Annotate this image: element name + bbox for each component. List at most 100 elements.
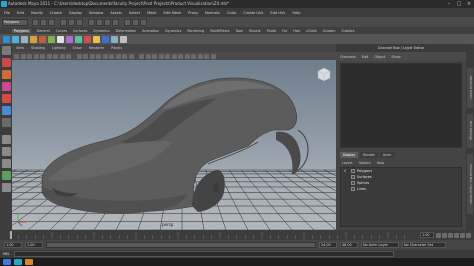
layer-menu-item-1[interactable]: Options (359, 161, 371, 165)
shelf-tab-5[interactable]: Deformation (116, 29, 137, 33)
save-scene-icon[interactable] (48, 18, 55, 26)
channel-box-tab[interactable]: Channel Box / Layer Editor (467, 154, 473, 214)
shelf-tab-1[interactable]: General (37, 29, 50, 33)
shelf-tab-11[interactable]: Muscle (249, 29, 260, 33)
layer-tab-2[interactable]: Anim (379, 152, 395, 158)
lasso-tool-icon[interactable] (1, 58, 11, 67)
shelf-tool-icon[interactable] (93, 35, 100, 43)
shelf-tab-6[interactable]: Animation (142, 29, 159, 33)
graph-layout-icon[interactable] (1, 183, 11, 192)
shelf-tool-icon[interactable] (111, 35, 118, 43)
snap-grid-icon[interactable] (88, 18, 95, 26)
time-slider[interactable] (0, 230, 474, 240)
shelf-tool-icon[interactable] (3, 35, 10, 43)
viewport-menu-item-1[interactable]: Shading (31, 46, 45, 50)
play-backward-icon[interactable] (448, 232, 453, 238)
menu-item-2[interactable]: Modify (31, 11, 43, 15)
channel-box-menu-item-1[interactable]: Edit (362, 55, 369, 59)
go-to-start-icon[interactable] (436, 232, 441, 238)
paint-select-icon[interactable] (1, 70, 11, 79)
select-tool-icon[interactable] (1, 46, 11, 55)
menu-set-dropdown[interactable]: Polygons (2, 18, 28, 26)
menu-item-6[interactable]: Assets (110, 11, 122, 15)
character-set-dropdown[interactable]: No Character Set (402, 242, 446, 248)
shelf-tool-icon[interactable] (30, 35, 37, 43)
last-tool-icon[interactable] (1, 118, 11, 127)
viewport-menu-item-5[interactable]: Panels (111, 46, 122, 50)
four-pane-layout-icon[interactable] (1, 147, 11, 156)
channel-box-menu-item-2[interactable]: Object (374, 55, 385, 59)
viewport-toolbar-icon[interactable] (96, 53, 101, 59)
viewport-toolbar-icon[interactable] (128, 53, 134, 59)
viewport-toolbar-icon[interactable] (53, 53, 58, 59)
layer-template-toggle[interactable] (351, 181, 355, 185)
playback-end-field[interactable]: 24.00 (319, 242, 337, 248)
viewport-toolbar-icon[interactable] (197, 53, 203, 59)
menu-item-10[interactable]: Proxy (188, 11, 198, 15)
layer-menu-item-2[interactable]: Help (377, 161, 384, 165)
start-time-field[interactable]: 1.00 (4, 242, 22, 248)
viewport-toolbar-icon[interactable] (122, 53, 127, 59)
layer-menu-item-0[interactable]: Layers (342, 161, 353, 165)
minimize-button[interactable]: – (444, 0, 454, 8)
render-settings-icon[interactable] (140, 18, 147, 26)
layer-row[interactable]: Lines (341, 186, 461, 192)
viewport-toolbar-icon[interactable] (89, 53, 95, 59)
shelf-tab-3[interactable]: Surfaces (73, 29, 87, 33)
view-cube-icon[interactable] (317, 67, 331, 82)
close-button[interactable]: × (464, 0, 474, 8)
viewport-toolbar-icon[interactable] (102, 53, 108, 59)
shelf-tool-icon[interactable] (12, 35, 19, 43)
select-hierarchy-icon[interactable] (60, 18, 67, 26)
menu-item-12[interactable]: Color (227, 11, 236, 15)
viewport-menu-item-0[interactable]: View (16, 46, 24, 50)
shelf-tool-icon[interactable] (48, 35, 55, 43)
start-button-icon[interactable] (3, 259, 11, 265)
layer-tab-0[interactable]: Display (340, 152, 359, 158)
select-component-icon[interactable] (76, 18, 83, 26)
layer-template-toggle[interactable] (351, 175, 355, 179)
viewport-toolbar-icon[interactable] (33, 53, 39, 59)
viewport-toolbar-icon[interactable] (83, 53, 88, 59)
menu-item-1[interactable]: Edit (17, 11, 24, 15)
viewport-toolbar-icon[interactable] (59, 53, 65, 59)
menu-item-3[interactable]: Create (50, 11, 62, 15)
perspective-viewport[interactable]: persp (12, 60, 336, 230)
shelf-tab-9[interactable]: PaintEffects (210, 29, 229, 33)
layer-template-toggle[interactable] (351, 187, 355, 191)
current-time-marker[interactable] (10, 231, 12, 239)
new-scene-icon[interactable] (32, 18, 39, 26)
shelf-tool-icon[interactable] (57, 35, 64, 43)
maximize-button[interactable]: □ (454, 0, 464, 8)
menu-item-11[interactable]: Normals (205, 11, 220, 15)
viewport-toolbar-icon[interactable] (46, 53, 52, 59)
play-forward-icon[interactable] (454, 232, 459, 238)
shelf-tool-icon[interactable] (102, 35, 109, 43)
shelf-tab-8[interactable]: Rendering (187, 29, 204, 33)
snap-point-icon[interactable] (104, 18, 111, 26)
shelf-tool-icon[interactable] (66, 35, 73, 43)
channel-box-menu-item-3[interactable]: Show (391, 55, 400, 59)
viewport-toolbar-icon[interactable] (191, 53, 196, 59)
snap-curve-icon[interactable] (96, 18, 103, 26)
shelf-tab-13[interactable]: Fur (282, 29, 287, 33)
menu-item-0[interactable]: File (4, 11, 10, 15)
maya-taskbar-icon[interactable] (14, 259, 22, 265)
command-input[interactable] (13, 251, 394, 257)
shelf-tab-4[interactable]: Dynamics (93, 29, 109, 33)
layer-template-toggle[interactable] (351, 169, 355, 173)
menu-item-13[interactable]: Create UVs (243, 11, 263, 15)
viewport-scene[interactable]: persp (12, 60, 336, 230)
menu-item-4[interactable]: Display (69, 11, 82, 15)
menu-item-9[interactable]: Edit Mesh (164, 11, 182, 15)
folder-taskbar-icon[interactable] (25, 259, 33, 265)
viewport-toolbar-icon[interactable] (165, 53, 170, 59)
channel-box-area[interactable] (340, 63, 462, 148)
shelf-tab-2[interactable]: Curves (56, 29, 67, 33)
shelf-tab-12[interactable]: Fluids (267, 29, 277, 33)
viewport-toolbar-icon[interactable] (178, 53, 183, 59)
viewport-toolbar-icon[interactable] (14, 53, 19, 59)
viewport-toolbar-icon[interactable] (184, 53, 190, 59)
step-forward-icon[interactable] (460, 232, 465, 238)
snap-plane-icon[interactable] (112, 18, 119, 26)
